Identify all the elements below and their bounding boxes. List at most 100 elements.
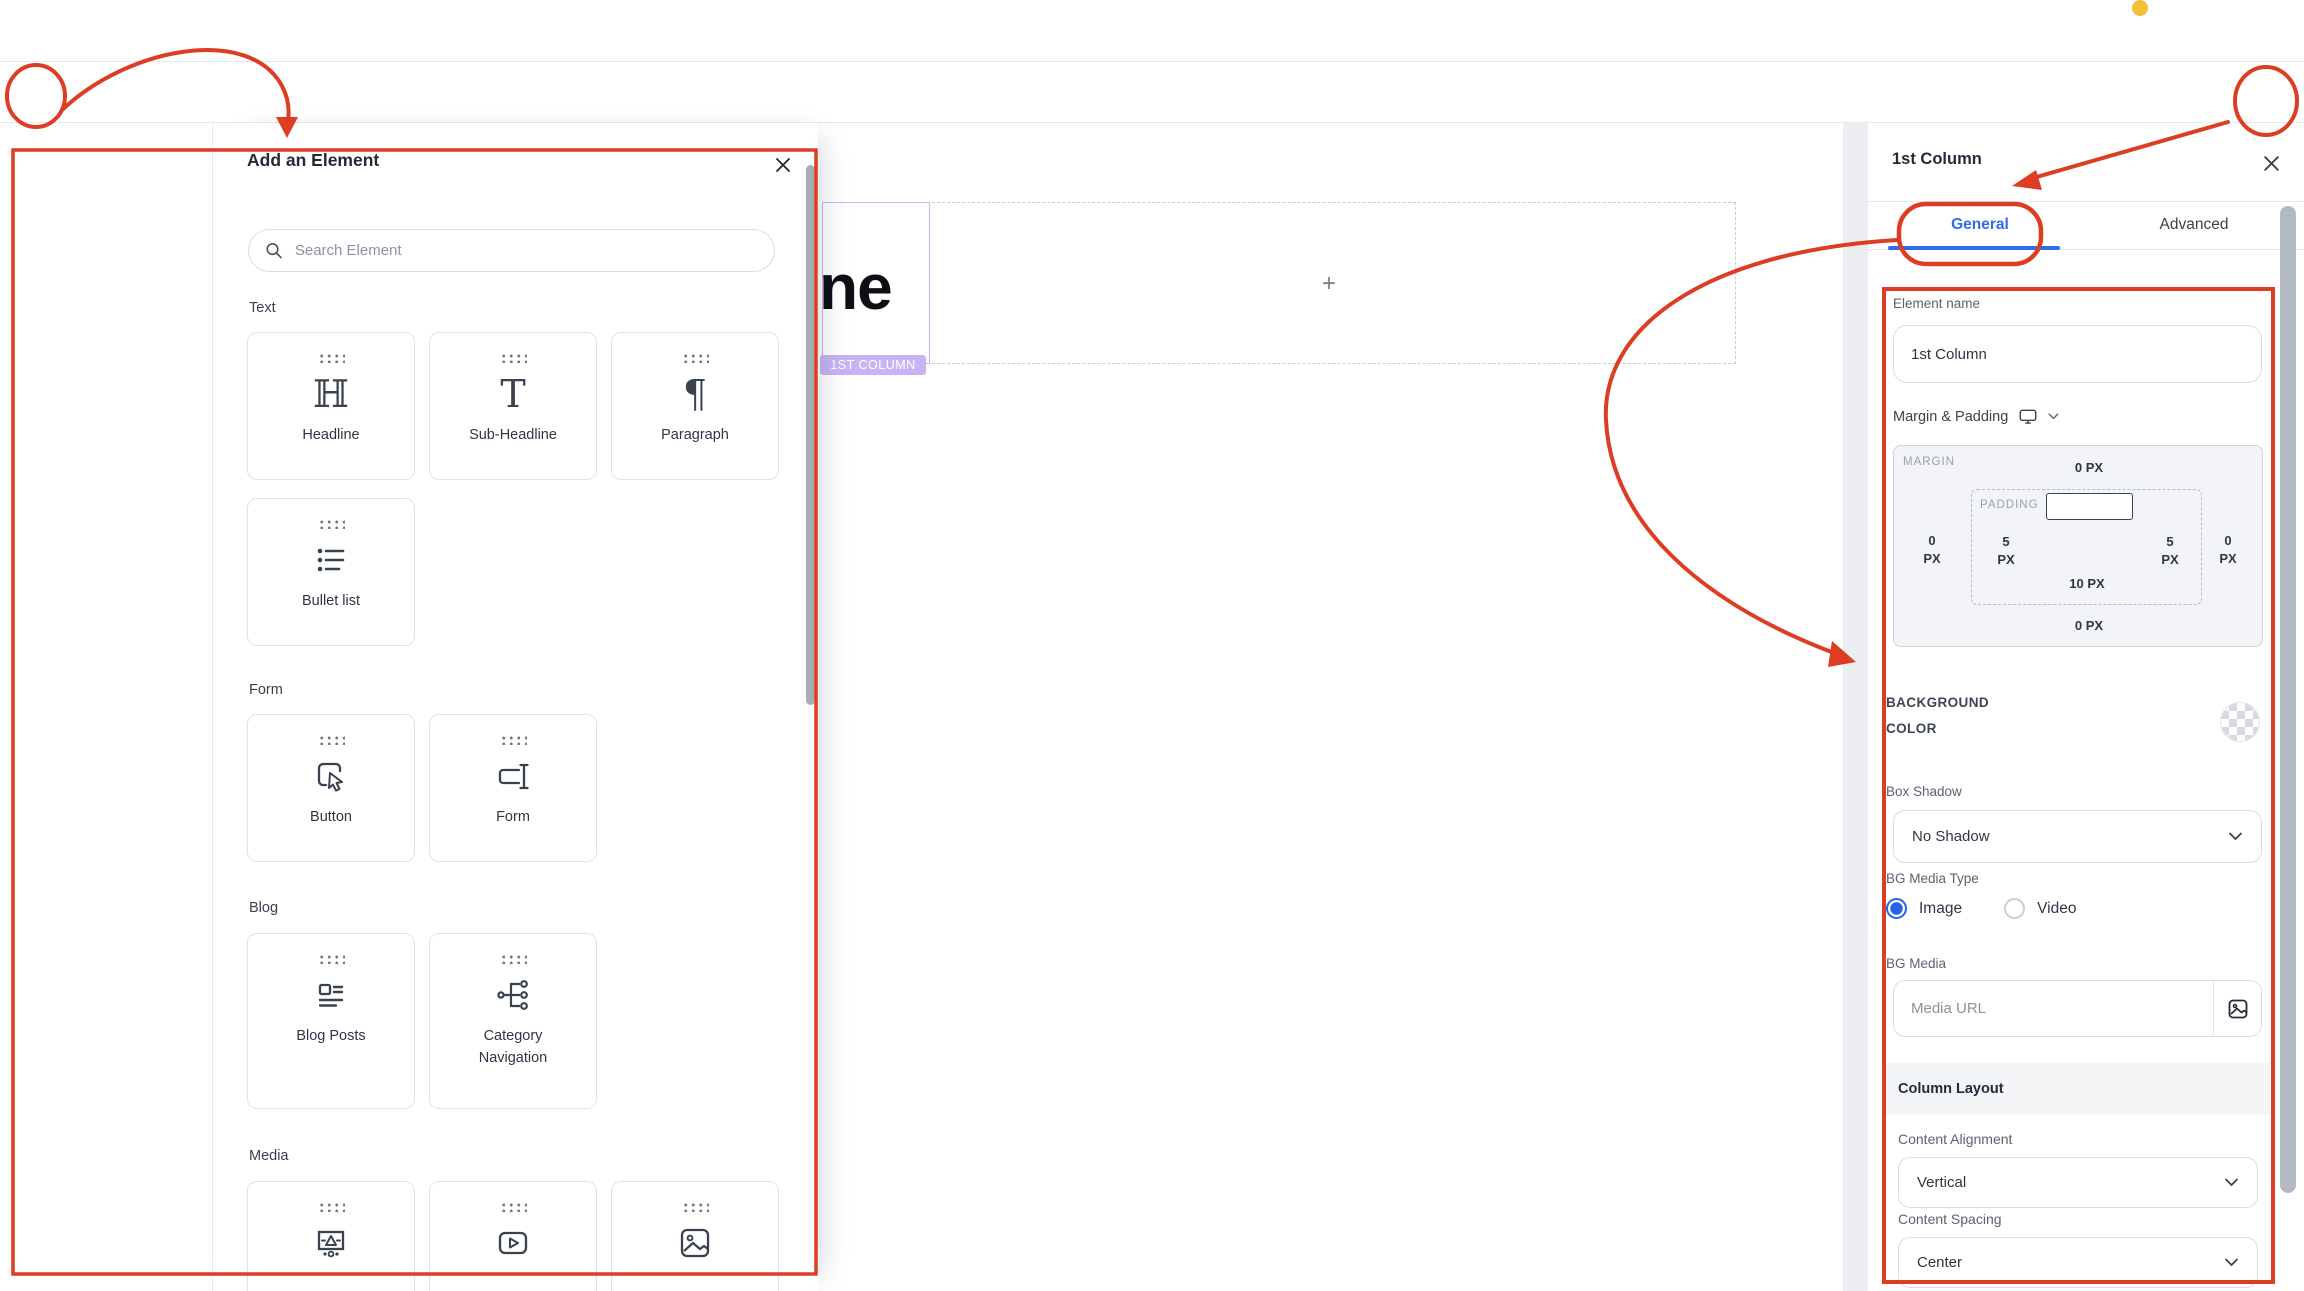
inspector-title: 1st Column: [1892, 150, 1982, 168]
unsaved-changes-badge: [2132, 0, 2148, 16]
add-element-panel-title: Add an Element: [247, 150, 380, 170]
search-icon: [266, 243, 282, 259]
chevron-down-icon: [2229, 832, 2242, 841]
drag-dots-icon: [499, 734, 527, 745]
category-navigation-icon: [494, 972, 532, 1018]
active-tab-underline: [1888, 246, 2060, 250]
margin-padding-editor[interactable]: MARGIN 0 PX 0 PX 0 PX 0 PX PADDING 10 PX…: [1893, 445, 2263, 647]
paragraph-icon: ¶: [682, 372, 708, 416]
margin-left-value[interactable]: 0 PX: [1916, 532, 1948, 567]
unit: PX: [2161, 551, 2179, 567]
drag-dots-icon: [317, 1201, 345, 1212]
drag-dots-icon: [317, 734, 345, 745]
category-label-text: Media: [249, 1148, 289, 1164]
editor-toolbar: [0, 62, 2304, 123]
chevron-down-icon: [2048, 413, 2059, 420]
content-spacing-value: Center: [1917, 1254, 1963, 1271]
sub-headline-icon: T: [500, 372, 526, 416]
element-card-label: Form: [496, 809, 530, 825]
content-alignment-value: Vertical: [1917, 1174, 1967, 1191]
element-card-button[interactable]: Button: [247, 714, 415, 862]
element-card-headline[interactable]: ℍ Headline: [247, 332, 415, 480]
image-icon: [2228, 999, 2247, 1018]
bullet-list-icon: [312, 537, 350, 583]
radio-image[interactable]: Image: [1886, 898, 1962, 919]
margin-bottom-value[interactable]: 0 PX: [2054, 618, 2124, 633]
background-color-label: BACKGROUND COLOR: [1886, 695, 1989, 736]
radio-label: Image: [1919, 899, 1963, 917]
drag-dots-icon: [499, 953, 527, 964]
element-card-media-3[interactable]: [611, 1181, 779, 1291]
form-icon: [493, 753, 533, 799]
content-box: [2046, 493, 2133, 520]
element-search[interactable]: [248, 229, 775, 272]
close-panel-button[interactable]: [770, 152, 796, 178]
element-card-paragraph[interactable]: ¶ Paragraph: [611, 332, 779, 480]
element-card-label: Bullet list: [301, 593, 361, 609]
category-label-text: Text: [249, 300, 276, 316]
element-card-blog-posts[interactable]: Blog Posts: [247, 933, 415, 1109]
search-input[interactable]: [294, 242, 758, 259]
image-slider-icon: [311, 1220, 351, 1266]
margin-top-value[interactable]: 0 PX: [2054, 460, 2124, 475]
inspector-close-button[interactable]: [2258, 150, 2284, 176]
padding-bottom-value[interactable]: 10 PX: [2052, 576, 2122, 591]
tab-general[interactable]: General: [1880, 202, 2080, 248]
element-card-media-2[interactable]: [429, 1181, 597, 1291]
element-card-sub-headline[interactable]: T Sub-Headline: [429, 332, 597, 480]
element-card-label: Paragraph: [661, 427, 729, 443]
chevron-down-icon: [2225, 1178, 2238, 1187]
radio-selected-icon: [1886, 898, 1907, 919]
element-card-media-1[interactable]: [247, 1181, 415, 1291]
panel-scrollbar[interactable]: [806, 165, 815, 705]
add-content-placeholder[interactable]: +: [1322, 270, 1336, 298]
margin-right-value[interactable]: 0 PX: [2212, 532, 2244, 567]
desktop-icon: [2019, 409, 2037, 424]
element-card-label: Button: [310, 809, 352, 825]
box-shadow-value: No Shadow: [1912, 828, 1990, 845]
media-url-input[interactable]: [1894, 1000, 2213, 1017]
drag-dots-icon: [681, 352, 709, 363]
image-icon: [675, 1220, 715, 1266]
unit: PX: [1997, 551, 2015, 567]
box-shadow-select[interactable]: No Shadow: [1893, 810, 2262, 863]
content-spacing-label: Content Spacing: [1898, 1211, 2002, 1227]
element-name-input[interactable]: [1893, 325, 2262, 383]
bg-media-url-field: [1893, 980, 2262, 1037]
close-icon: [2263, 155, 2279, 171]
drag-dots-icon: [499, 352, 527, 363]
row-outline[interactable]: [822, 202, 1736, 364]
margin-padding-label-text: Margin & Padding: [1893, 408, 2009, 425]
add-element-panel: [213, 123, 818, 1291]
category-label-text: Form: [249, 682, 283, 698]
button-icon: [312, 753, 350, 799]
category-label-text: Blog: [249, 900, 279, 916]
content-spacing-select[interactable]: Center: [1898, 1237, 2258, 1288]
blog-posts-icon: [312, 972, 350, 1018]
tab-advanced[interactable]: Advanced: [2094, 202, 2294, 248]
element-card-form[interactable]: Form: [429, 714, 597, 862]
padding-right-value[interactable]: 5 PX: [2154, 533, 2186, 568]
radio-unselected-icon: [2004, 898, 2026, 919]
value: 0: [2224, 533, 2232, 548]
builder-sidebar: [0, 123, 213, 1291]
chevron-down-icon: [2225, 1258, 2238, 1267]
drag-dots-icon: [317, 352, 345, 363]
canvas-headline-text[interactable]: ne: [819, 250, 893, 324]
element-card-bullet-list[interactable]: Bullet list: [247, 498, 415, 646]
content-alignment-select[interactable]: Vertical: [1898, 1157, 2258, 1208]
video-icon: [493, 1220, 533, 1266]
radio-video[interactable]: Video: [2004, 898, 2076, 919]
inspector-scrollbar[interactable]: [2280, 206, 2296, 1193]
canvas-gutter: [1843, 123, 1868, 1291]
element-name-label: Element name: [1893, 296, 1981, 311]
padding-left-value[interactable]: 5 PX: [1990, 533, 2022, 568]
bg-media-type-label: BG Media Type: [1886, 871, 1979, 886]
element-card-category-navigation[interactable]: Category Navigation: [429, 933, 597, 1109]
background-color-swatch[interactable]: [2220, 702, 2260, 742]
value: 5: [2002, 534, 2010, 549]
radio-label: Video: [2037, 899, 2077, 917]
drag-dots-icon: [499, 1201, 527, 1212]
drag-dots-icon: [681, 1201, 709, 1212]
media-picker-button[interactable]: [2213, 981, 2261, 1036]
